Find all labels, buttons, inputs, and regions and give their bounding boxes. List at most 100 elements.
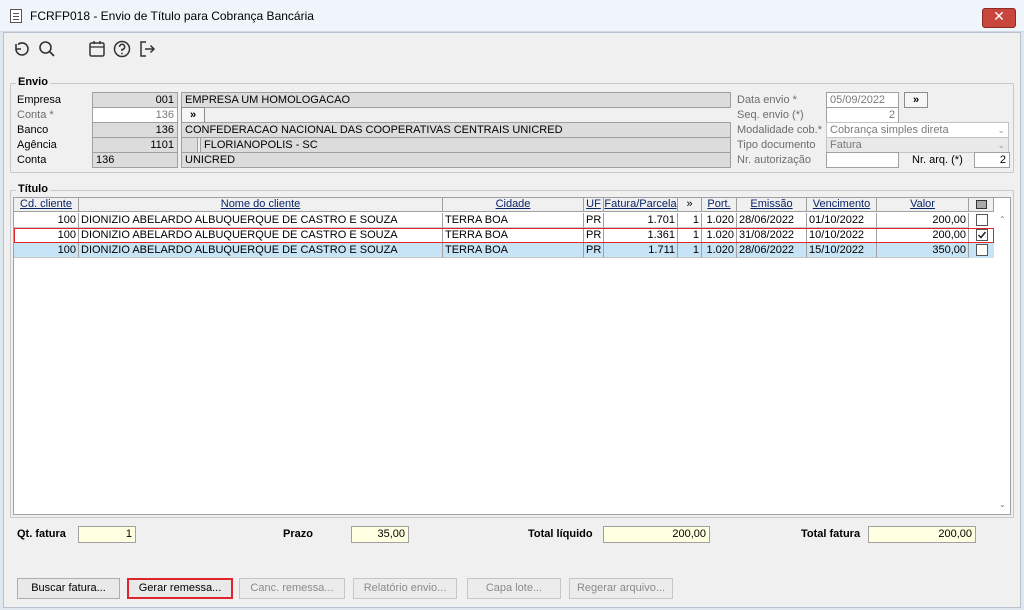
- nr-autorizacao-input[interactable]: [826, 152, 899, 168]
- titulo-legend: Título: [16, 183, 50, 195]
- cell-uf: PR: [584, 213, 604, 228]
- conta-input[interactable]: 136: [92, 107, 178, 123]
- cell-emissao: 28/06/2022: [737, 213, 807, 228]
- cell-fatura: 1.701: [604, 213, 678, 228]
- total-fatura-field: 200,00: [868, 526, 976, 543]
- nr-arq-input[interactable]: 2: [974, 152, 1010, 168]
- gerar-remessa-button[interactable]: Gerar remessa...: [127, 578, 233, 599]
- data-envio-label: Data envio *: [737, 94, 797, 106]
- grid-header: Cd. cliente Nome do cliente Cidade UF Fa…: [14, 198, 994, 212]
- cell-port: 1.020: [702, 228, 737, 243]
- cell-vencimento: 15/10/2022: [807, 243, 877, 258]
- col-cidade[interactable]: Cidade: [443, 198, 584, 212]
- col-vencimento[interactable]: Vencimento: [807, 198, 877, 212]
- seq-envio-label: Seq. envio (*): [737, 109, 804, 121]
- cell-cidade: TERRA BOA: [443, 228, 584, 243]
- titulo-grid: Cd. cliente Nome do cliente Cidade UF Fa…: [13, 197, 1011, 515]
- total-liquido-field: 200,00: [603, 526, 710, 543]
- table-row[interactable]: 100 DIONIZIO ABELARDO ALBUQUERQUE DE CAST…: [14, 243, 994, 258]
- cell-uf: PR: [584, 243, 604, 258]
- conta-code-field[interactable]: 136: [92, 152, 178, 168]
- tipo-documento-value: Fatura: [830, 139, 862, 151]
- scroll-up-icon[interactable]: ⌃: [999, 215, 1006, 224]
- col-fatura-parcela[interactable]: Fatura/Parcela: [604, 198, 678, 212]
- cell-nome-cliente: DIONIZIO ABELARDO ALBUQUERQUE DE CASTRO …: [79, 243, 443, 258]
- banco-label: Banco: [17, 124, 49, 136]
- cell-valor: 350,00: [877, 243, 969, 258]
- prazo-label: Prazo: [283, 528, 313, 540]
- calendar-icon[interactable]: [87, 39, 107, 59]
- close-button[interactable]: ✕: [982, 8, 1016, 28]
- cell-emissao: 31/08/2022: [737, 228, 807, 243]
- cell-nome-cliente: DIONIZIO ABELARDO ALBUQUERQUE DE CASTRO …: [79, 213, 443, 228]
- conta-label: Conta: [17, 154, 47, 166]
- seq-envio-input[interactable]: 2: [826, 107, 899, 123]
- empresa-name-field[interactable]: EMPRESA UM HOMOLOGACAO: [181, 92, 731, 108]
- col-emissao[interactable]: Emissão: [737, 198, 807, 212]
- search-icon[interactable]: [37, 39, 57, 59]
- window-title: FCRFP018 - Envio de Título para Cobrança…: [30, 9, 314, 23]
- cell-cidade: TERRA BOA: [443, 213, 584, 228]
- cell-fatura: 1.711: [604, 243, 678, 258]
- empresa-label: Empresa: [17, 94, 62, 106]
- agencia-code-field[interactable]: 1101: [92, 137, 178, 153]
- row-checkbox[interactable]: [976, 229, 988, 241]
- col-nome-cliente[interactable]: Nome do cliente: [79, 198, 443, 212]
- agencia-name-field[interactable]: FLORIANOPOLIS - SC: [200, 137, 731, 153]
- cell-nome-cliente: DIONIZIO ABELARDO ALBUQUERQUE DE CASTRO …: [79, 228, 443, 243]
- modalidade-select[interactable]: Cobrança simples direta ⌄: [826, 122, 1009, 138]
- data-envio-button[interactable]: »: [904, 92, 928, 108]
- exit-icon[interactable]: [137, 39, 157, 59]
- conta-name-field[interactable]: UNICRED: [181, 152, 731, 168]
- undo-icon[interactable]: [11, 39, 31, 59]
- capa-lote-button[interactable]: Capa lote...: [467, 578, 561, 599]
- chevron-down-icon: ⌄: [997, 125, 1005, 135]
- col-valor[interactable]: Valor: [877, 198, 969, 212]
- tipo-documento-label: Tipo documento: [737, 139, 816, 151]
- cell-uf: PR: [584, 228, 604, 243]
- qt-fatura-label: Qt. fatura: [17, 528, 66, 540]
- cell-cd-cliente: 100: [14, 243, 79, 258]
- col-expand[interactable]: »: [678, 198, 702, 212]
- row-checkbox[interactable]: [976, 214, 988, 226]
- cell-port: 1.020: [702, 213, 737, 228]
- buscar-fatura-button[interactable]: Buscar fatura...: [17, 578, 120, 599]
- col-select-all[interactable]: [969, 198, 994, 212]
- empresa-code-field[interactable]: 001: [92, 92, 178, 108]
- conta-lookup-button[interactable]: »: [181, 107, 205, 123]
- check-icon: [977, 231, 987, 239]
- select-all-icon[interactable]: [975, 200, 987, 209]
- tipo-documento-select[interactable]: Fatura ⌄: [826, 137, 1009, 153]
- agencia-digit-field[interactable]: [181, 137, 198, 153]
- cell-parcela: 1: [678, 243, 702, 258]
- vertical-scrollbar[interactable]: ⌃ ⌄: [996, 212, 1010, 512]
- cell-emissao: 28/06/2022: [737, 243, 807, 258]
- relatorio-envio-button[interactable]: Relatório envio...: [353, 578, 457, 599]
- document-icon: [10, 9, 22, 23]
- main-window: Envio Empresa 001 EMPRESA UM HOMOLOGACAO…: [3, 32, 1021, 608]
- row-checkbox[interactable]: [976, 244, 988, 256]
- chevron-down-icon: ⌄: [997, 140, 1005, 150]
- qt-fatura-field: 1: [78, 526, 136, 543]
- col-uf[interactable]: UF: [584, 198, 604, 212]
- cell-cd-cliente: 100: [14, 213, 79, 228]
- cell-vencimento: 10/10/2022: [807, 228, 877, 243]
- cell-valor: 200,00: [877, 213, 969, 228]
- help-icon[interactable]: [112, 39, 132, 59]
- banco-code-field[interactable]: 136: [92, 122, 178, 138]
- col-port[interactable]: Port.: [702, 198, 737, 212]
- banco-name-field[interactable]: CONFEDERACAO NACIONAL DAS COOPERATIVAS C…: [181, 122, 731, 138]
- cell-fatura: 1.361: [604, 228, 678, 243]
- table-row[interactable]: 100 DIONIZIO ABELARDO ALBUQUERQUE DE CAST…: [14, 228, 994, 243]
- cell-parcela: 1: [678, 213, 702, 228]
- title-bar: FCRFP018 - Envio de Título para Cobrança…: [0, 0, 1024, 32]
- modalidade-label: Modalidade cob.*: [737, 124, 823, 136]
- data-envio-input[interactable]: 05/09/2022: [826, 92, 899, 108]
- cell-vencimento: 01/10/2022: [807, 213, 877, 228]
- col-cd-cliente[interactable]: Cd. cliente: [14, 198, 79, 212]
- regerar-arquivo-button[interactable]: Regerar arquivo...: [569, 578, 673, 599]
- table-row[interactable]: 100 DIONIZIO ABELARDO ALBUQUERQUE DE CAST…: [14, 213, 994, 228]
- total-fatura-label: Total fatura: [801, 528, 861, 540]
- canc-remessa-button[interactable]: Canc. remessa...: [239, 578, 345, 599]
- scroll-down-icon[interactable]: ⌄: [999, 500, 1006, 509]
